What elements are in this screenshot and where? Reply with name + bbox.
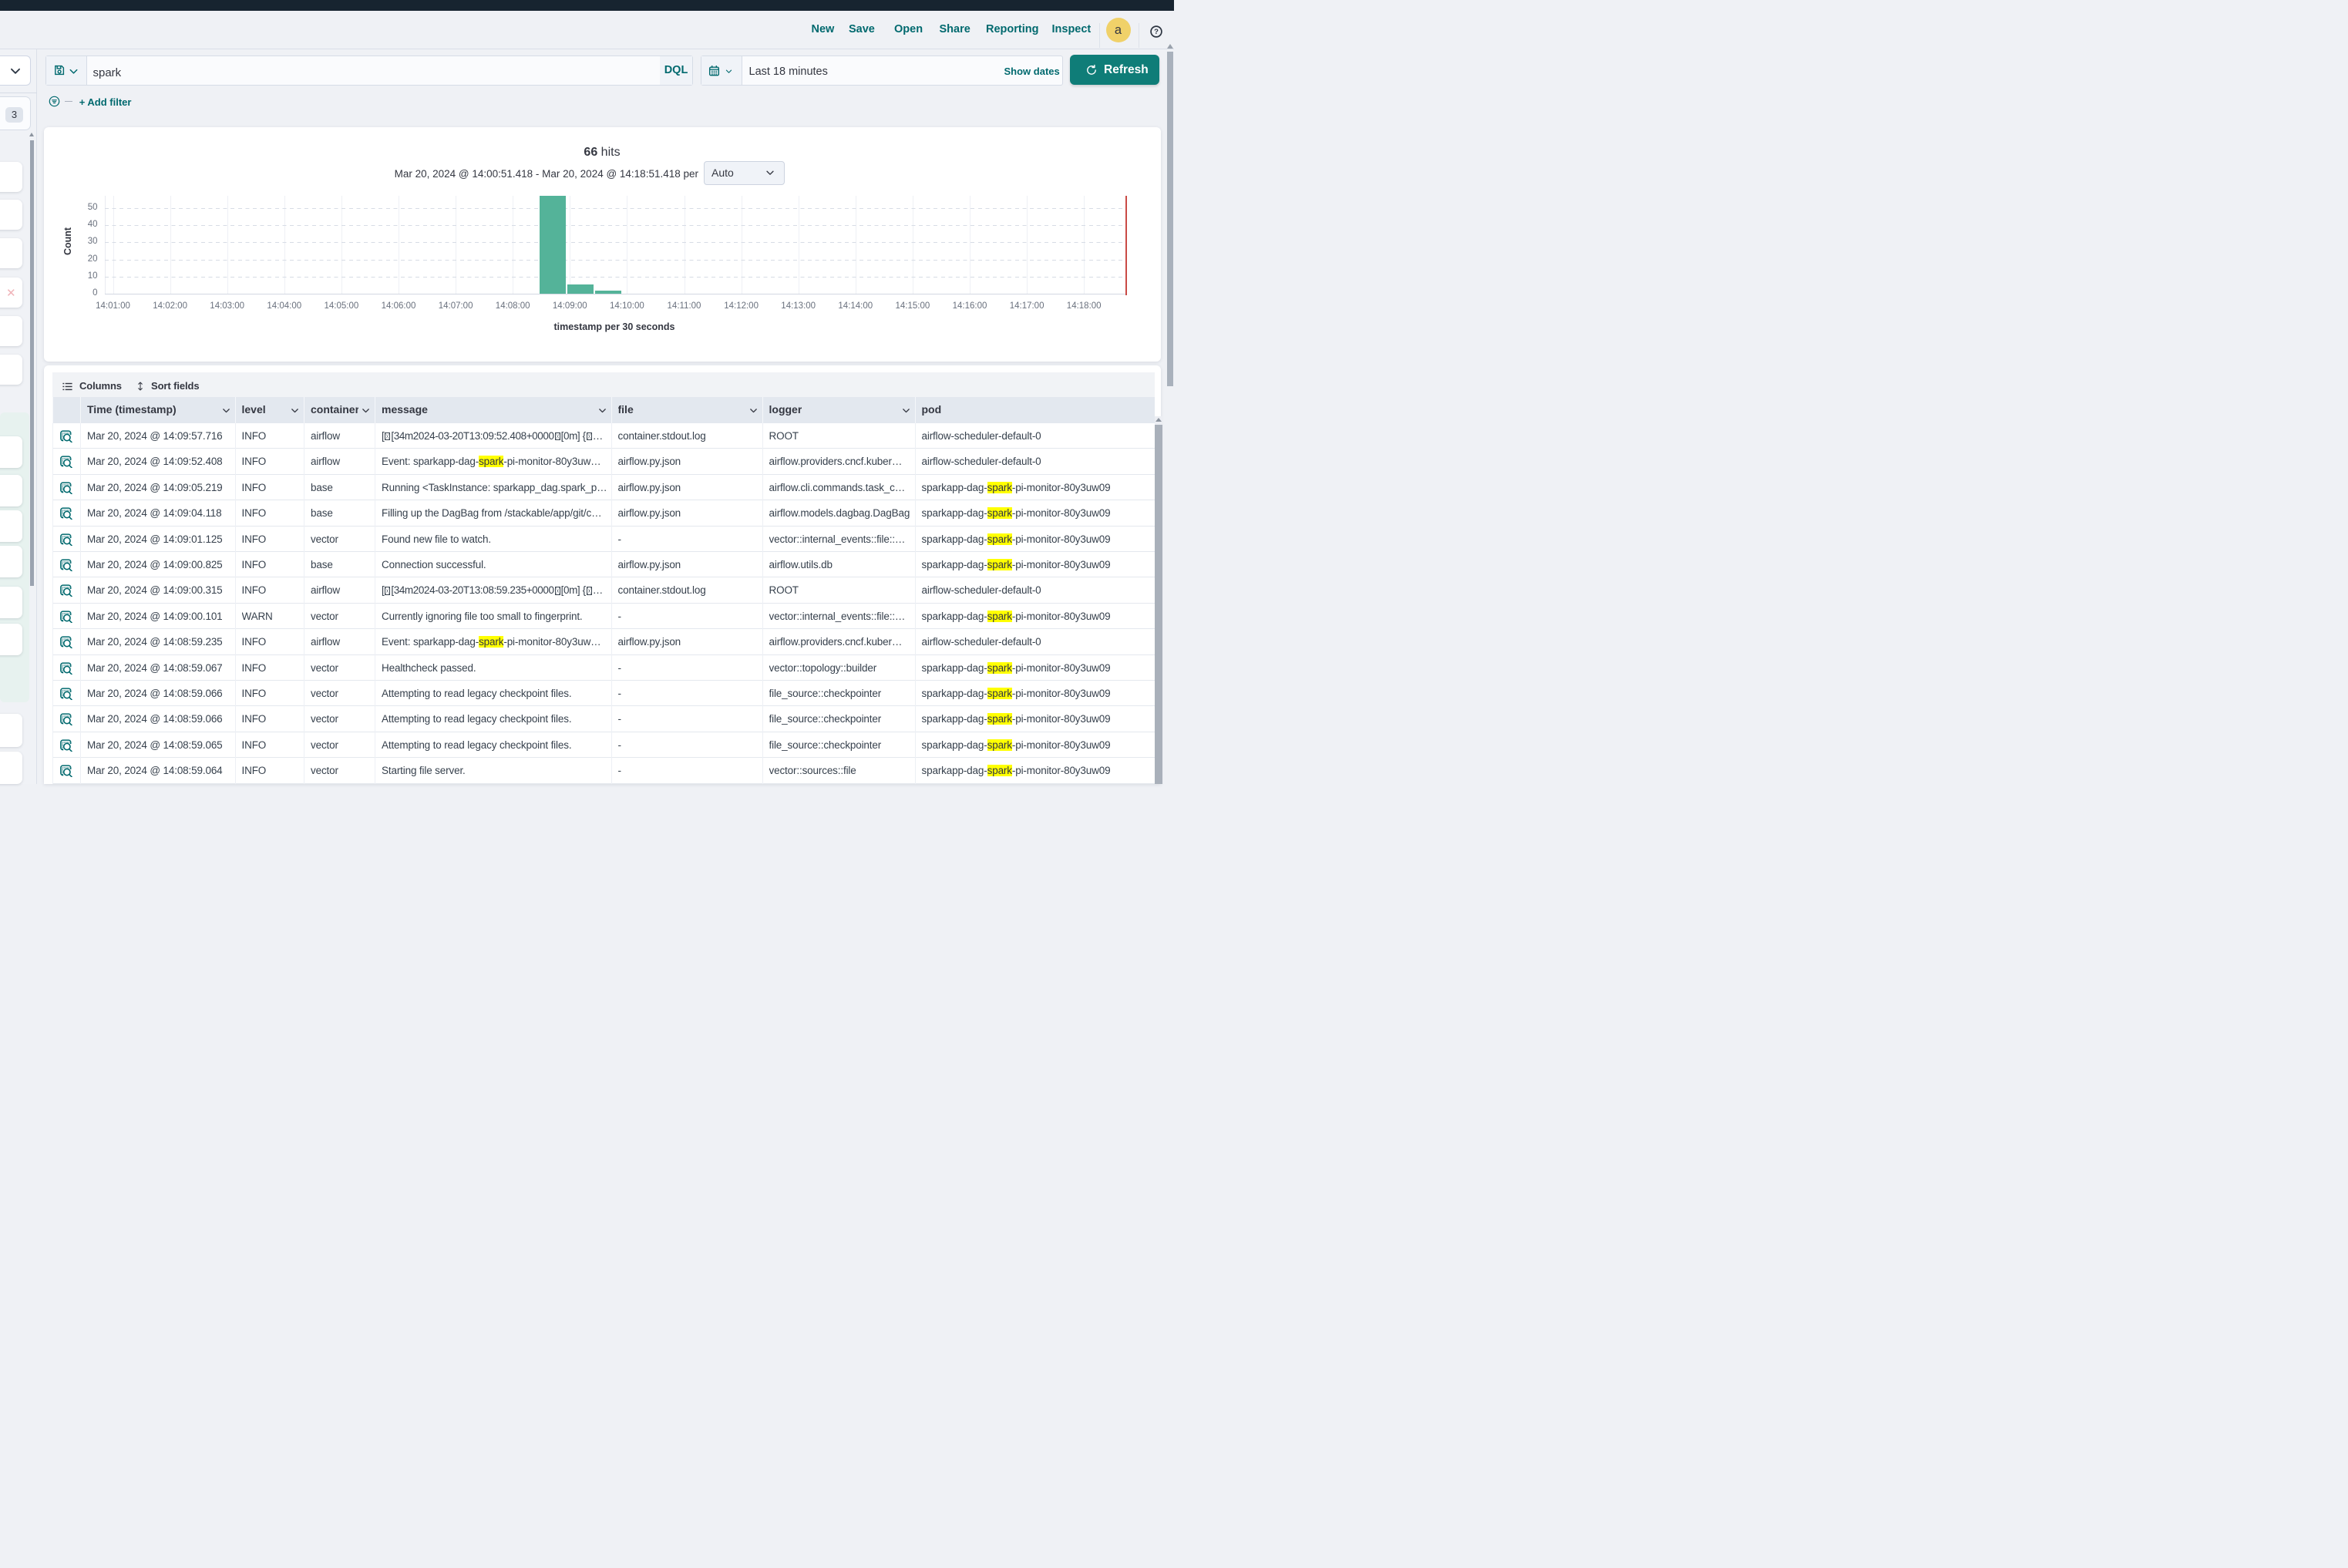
svg-text:?: ? (1154, 28, 1159, 36)
